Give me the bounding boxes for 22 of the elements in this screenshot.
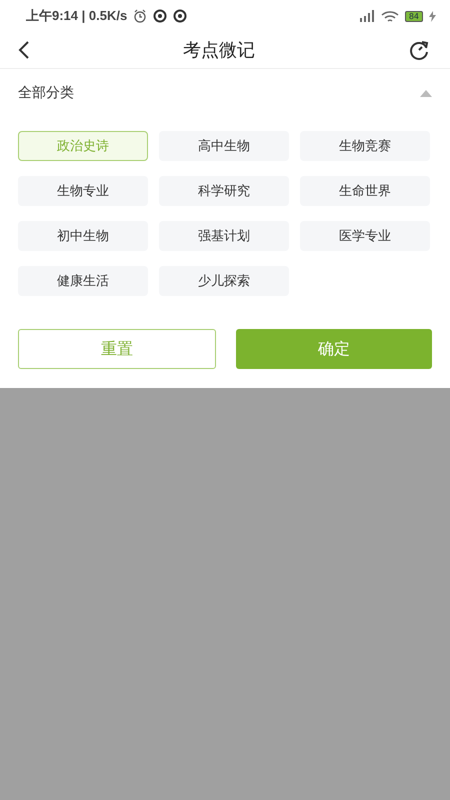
battery-level: 84 [404, 10, 423, 22]
category-chip[interactable]: 初中生物 [18, 221, 148, 251]
app-icon [173, 9, 188, 23]
category-chip[interactable]: 强基计划 [159, 221, 289, 251]
category-chip[interactable]: 生物竞赛 [300, 131, 430, 161]
status-time: 上午9:14 | 0.5K/s [26, 7, 128, 25]
category-chip[interactable]: 健康生活 [18, 266, 148, 296]
category-chip[interactable]: 医学专业 [300, 221, 430, 251]
wifi-icon [380, 10, 399, 22]
category-chip[interactable]: 生命世界 [300, 176, 430, 206]
category-chip[interactable]: 高中生物 [159, 131, 289, 161]
category-chip[interactable]: 少儿探索 [159, 266, 289, 296]
alarm-icon [133, 9, 148, 23]
back-icon[interactable] [18, 41, 30, 59]
signal-icon [358, 10, 375, 22]
category-chip[interactable]: 生物专业 [18, 176, 148, 206]
refresh-icon[interactable] [408, 39, 430, 61]
category-chip[interactable]: 科学研究 [159, 176, 289, 206]
app-icon [153, 9, 168, 23]
filter-label: 全部分类 [18, 84, 74, 102]
page-title: 考点微记 [183, 39, 255, 62]
charging-icon [429, 10, 436, 22]
